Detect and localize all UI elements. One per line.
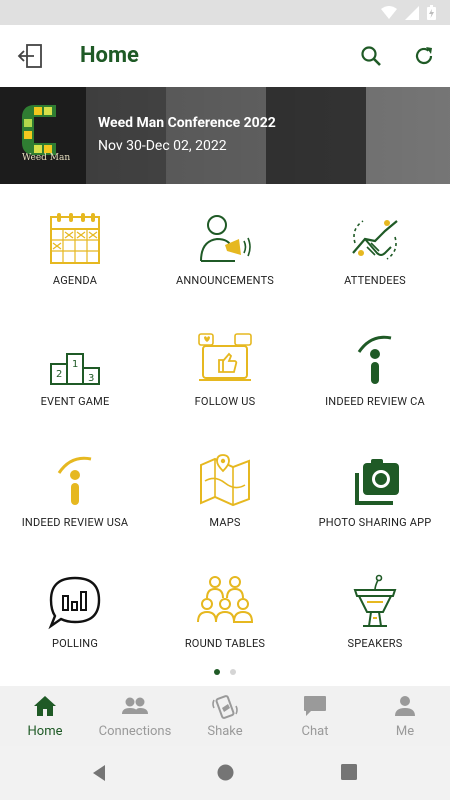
tile-label: ATTENDEES [344, 274, 406, 287]
tile-indeed-review-ca[interactable]: INDEED REVIEW CA [300, 305, 450, 426]
person-icon [395, 696, 415, 716]
tab-label: Chat [301, 724, 329, 739]
tile-maps[interactable]: MAPS [150, 426, 300, 547]
search-icon [361, 46, 381, 66]
shake-icon [212, 695, 238, 719]
tab-label: Shake [207, 724, 243, 739]
logout-button[interactable] [16, 41, 46, 71]
tile-agenda[interactable]: AGENDA [0, 184, 150, 305]
tile-follow-us[interactable]: FOLLOW US [150, 305, 300, 426]
tab-label: Connections [98, 724, 172, 739]
group-icon [197, 576, 254, 623]
event-logo: Weed Man [0, 87, 86, 184]
lectern-icon [353, 574, 397, 627]
tile-label: INDEED REVIEW USA [21, 516, 129, 529]
tab-connections[interactable]: Connections [90, 686, 180, 746]
tab-home[interactable]: Home [0, 686, 90, 746]
photo-icon [355, 459, 399, 505]
tile-label: EVENT GAME [40, 395, 110, 408]
tile-indeed-review-usa[interactable]: INDEED REVIEW USA [0, 426, 150, 547]
tile-photo-sharing-app[interactable]: PHOTO SHARING APP [300, 426, 450, 547]
tile-label: POLLING [51, 637, 99, 650]
app-bar: Home [0, 25, 450, 87]
tile-label: SPEAKERS [347, 637, 403, 650]
svg-text:1: 1 [72, 359, 78, 370]
tab-label: Me [395, 724, 415, 739]
megaphone-icon [200, 215, 251, 262]
search-button[interactable] [356, 41, 386, 71]
tab-label: Home [27, 724, 63, 739]
weedman-logo-icon [22, 105, 56, 155]
handshake-icon [352, 220, 398, 260]
tile-polling[interactable]: POLLING [0, 547, 150, 668]
social-media-icon [198, 333, 252, 381]
map-icon [200, 454, 250, 507]
recents-icon[interactable] [341, 764, 357, 780]
tile-round-tables[interactable]: ROUND TABLES [150, 547, 300, 668]
page-dot-active[interactable] [214, 669, 220, 675]
tile-speakers[interactable]: SPEAKERS [300, 547, 450, 668]
tile-announcements[interactable]: ANNOUNCEMENTS [150, 184, 300, 305]
svg-text:3: 3 [88, 373, 94, 384]
people-icon [122, 697, 148, 714]
chat-icon [304, 696, 326, 716]
bottom-tab-bar: Home Connections Shake Chat Me [0, 686, 450, 746]
podium-icon: 2 1 3 [50, 353, 100, 385]
event-title: Weed Man Conference 2022 [98, 115, 276, 131]
indeed-icon [57, 456, 92, 505]
calendar-icon [50, 213, 100, 264]
tile-label: MAPS [209, 516, 241, 529]
tab-me[interactable]: Me [360, 686, 450, 746]
tab-chat[interactable]: Chat [270, 686, 360, 746]
battery-icon [427, 5, 436, 20]
tile-label: INDEED REVIEW CA [325, 395, 425, 408]
tile-label: ROUND TABLES [184, 637, 266, 650]
indeed-icon [357, 335, 392, 384]
home-icon [34, 696, 56, 716]
page-indicator [0, 669, 450, 675]
svg-text:2: 2 [56, 369, 62, 380]
page-title: Home [80, 43, 139, 68]
tile-label: AGENDA [52, 274, 98, 287]
logout-icon [17, 44, 42, 68]
refresh-icon [415, 47, 433, 65]
signal-icon [405, 5, 419, 20]
event-dates: Nov 30-Dec 02, 2022 [98, 138, 227, 154]
tile-label: PHOTO SHARING APP [318, 516, 432, 529]
wifi-icon [381, 5, 397, 19]
poll-icon [48, 576, 101, 630]
tab-shake[interactable]: Shake [180, 686, 270, 746]
feature-grid: AGENDA ANNOUNCEMENTS ATTENDEES 2 1 3 EVE… [0, 184, 450, 684]
refresh-button[interactable] [409, 41, 439, 71]
page-dot[interactable] [230, 669, 236, 675]
tile-event-game[interactable]: 2 1 3 EVENT GAME [0, 305, 150, 426]
home-nav-icon[interactable] [217, 764, 234, 781]
event-banner[interactable]: Weed Man Weed Man Conference 2022 Nov 30… [0, 87, 450, 184]
system-nav-bar [0, 746, 450, 800]
tile-label: FOLLOW US [194, 395, 256, 408]
tile-label: ANNOUNCEMENTS [176, 274, 274, 287]
status-bar [0, 0, 450, 25]
tile-attendees[interactable]: ATTENDEES [300, 184, 450, 305]
back-icon[interactable] [91, 764, 107, 782]
